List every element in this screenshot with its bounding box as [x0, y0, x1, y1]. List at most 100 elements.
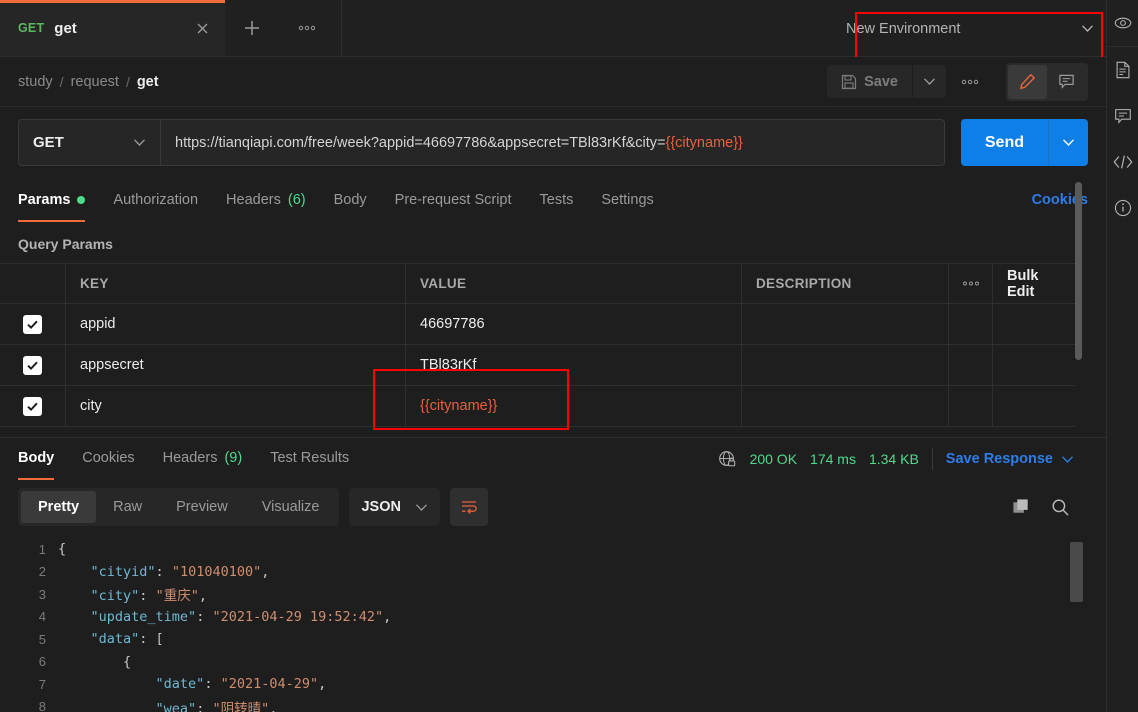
row-spacer	[949, 304, 993, 344]
row-key-cell[interactable]: city	[66, 386, 406, 426]
query-params-area: Query Params KEY VALUE DESCRIPTION Bulk …	[0, 182, 1106, 430]
header-description-cell: DESCRIPTION	[742, 264, 949, 303]
breadcrumb-item-folder[interactable]: request	[71, 74, 119, 90]
line-number: 2	[38, 564, 46, 580]
line-number: 1	[38, 541, 46, 557]
code-icon[interactable]	[1107, 139, 1138, 185]
response-view-group: Pretty Raw Preview Visualize	[18, 488, 340, 526]
response-tab-body[interactable]: Body	[18, 436, 55, 480]
response-size: 1.34 KB	[868, 451, 919, 467]
header-value-cell: VALUE	[406, 264, 742, 303]
row-description-cell[interactable]	[742, 345, 949, 385]
breadcrumb-item-collection[interactable]: study	[18, 74, 53, 90]
row-description-cell[interactable]	[742, 304, 949, 344]
postman-window: GET get New Environment study / request …	[0, 0, 1138, 712]
request-tab-get[interactable]: GET get	[0, 0, 225, 56]
line-number: 5	[38, 631, 46, 647]
bulk-edit-button[interactable]: Bulk Edit	[993, 264, 1075, 303]
params-scrollbar[interactable]	[1075, 182, 1082, 360]
copy-icon[interactable]	[1012, 498, 1031, 517]
table-header-row: KEY VALUE DESCRIPTION Bulk Edit	[0, 264, 1075, 304]
query-params-title: Query Params	[18, 236, 113, 252]
code-line-text: "cityid": "101040100",	[90, 563, 270, 580]
row-value-cell[interactable]: 46697786	[406, 304, 742, 344]
info-icon[interactable]	[1107, 185, 1138, 231]
response-tab-headers[interactable]: Headers (9)	[163, 436, 243, 480]
response-body-tools	[1012, 498, 1088, 517]
comment-icon[interactable]	[1107, 93, 1138, 139]
view-preview[interactable]: Preview	[159, 491, 245, 523]
edit-button[interactable]	[1008, 64, 1047, 99]
tab-pre-request-script[interactable]: Pre-request Script	[395, 178, 512, 222]
chevron-down-icon	[1061, 455, 1074, 464]
floppy-disk-icon	[841, 74, 857, 90]
url-text: https://tianqiapi.com/free/week?appid=46…	[175, 135, 743, 151]
header-ellipsis-icon[interactable]	[946, 65, 994, 98]
send-button[interactable]: Send	[961, 119, 1048, 166]
param-checkbox[interactable]	[23, 396, 42, 416]
response-body-code[interactable]: 1{2 "cityid": "101040100", 3 "city": "重庆"…	[0, 538, 1106, 712]
header-value-label: VALUE	[420, 276, 467, 291]
eye-icon[interactable]	[1107, 0, 1138, 46]
view-pretty[interactable]: Pretty	[21, 491, 97, 523]
tab-settings[interactable]: Settings	[601, 178, 653, 222]
save-dropdown-chevron-down-icon[interactable]	[912, 65, 946, 98]
status-code: 200 OK	[749, 451, 798, 467]
url-bar-row: GET https://tianqiapi.com/free/week?appi…	[0, 107, 1106, 166]
table-row: city {{cityname}}	[0, 386, 1075, 427]
send-dropdown-chevron-down-icon[interactable]	[1048, 119, 1088, 166]
table-row: appsecret TBl83rKf	[0, 345, 1075, 386]
language-select[interactable]: JSON	[349, 488, 440, 526]
breadcrumb-row: study / request / get Save	[0, 57, 1106, 107]
code-line-text: "data": [	[90, 631, 164, 648]
view-raw[interactable]: Raw	[96, 491, 159, 523]
search-icon[interactable]	[1051, 498, 1070, 517]
document-icon[interactable]	[1107, 47, 1138, 93]
tab-bar-ellipsis-icon[interactable]	[279, 0, 335, 56]
comment-button[interactable]	[1047, 65, 1086, 99]
param-value: {{cityname}}	[420, 398, 498, 414]
row-key-cell[interactable]: appsecret	[66, 345, 406, 385]
chevron-down-icon[interactable]	[133, 138, 146, 147]
plus-icon[interactable]	[225, 0, 279, 56]
word-wrap-icon[interactable]	[449, 488, 488, 526]
row-description-cell[interactable]	[742, 386, 949, 426]
params-ellipsis-icon[interactable]	[949, 264, 993, 303]
save-response-button[interactable]: Save Response	[946, 451, 1074, 467]
param-checkbox[interactable]	[23, 314, 42, 334]
response-body-scrollbar[interactable]	[1070, 542, 1083, 602]
param-checkbox[interactable]	[23, 355, 42, 375]
chevron-down-icon	[415, 503, 428, 512]
http-method-select[interactable]: GET	[18, 119, 160, 166]
param-key: appid	[80, 316, 116, 332]
environment-selector-wrap: New Environment	[830, 0, 1106, 60]
row-value-cell[interactable]: {{cityname}}	[406, 386, 742, 426]
header-checkbox-cell	[0, 264, 66, 303]
tab-headers[interactable]: Headers (6)	[226, 178, 306, 222]
response-tab-cookies[interactable]: Cookies	[82, 436, 134, 480]
url-input[interactable]: https://tianqiapi.com/free/week?appid=46…	[160, 119, 945, 166]
tab-body[interactable]: Body	[334, 178, 367, 222]
view-visualize[interactable]: Visualize	[245, 491, 337, 523]
tab-title-label: get	[54, 19, 77, 37]
line-number: 4	[38, 609, 46, 625]
code-line-text: {	[58, 541, 67, 558]
row-key-cell[interactable]: appid	[66, 304, 406, 344]
line-number: 6	[38, 654, 46, 670]
row-value-cell[interactable]: TBl83rKf	[406, 345, 742, 385]
response-tab-test-results[interactable]: Test Results	[270, 436, 349, 480]
close-icon[interactable]	[194, 20, 211, 37]
tab-authorization[interactable]: Authorization	[113, 178, 198, 222]
header-actions: Save	[827, 62, 1088, 101]
tab-params[interactable]: Params	[18, 178, 86, 222]
chevron-down-icon[interactable]	[1081, 24, 1094, 33]
row-checkbox-cell	[0, 386, 66, 426]
tab-params-label: Params	[18, 192, 71, 208]
row-checkbox-cell	[0, 304, 66, 344]
url-variable-part: {{cityname}}	[665, 134, 743, 151]
save-button[interactable]: Save	[827, 65, 912, 98]
param-value: TBl83rKf	[420, 357, 477, 373]
environment-selector[interactable]: New Environment	[830, 0, 1106, 57]
tab-tests[interactable]: Tests	[540, 178, 574, 222]
code-line: 8 "wea": "阴转晴",	[0, 696, 1106, 712]
